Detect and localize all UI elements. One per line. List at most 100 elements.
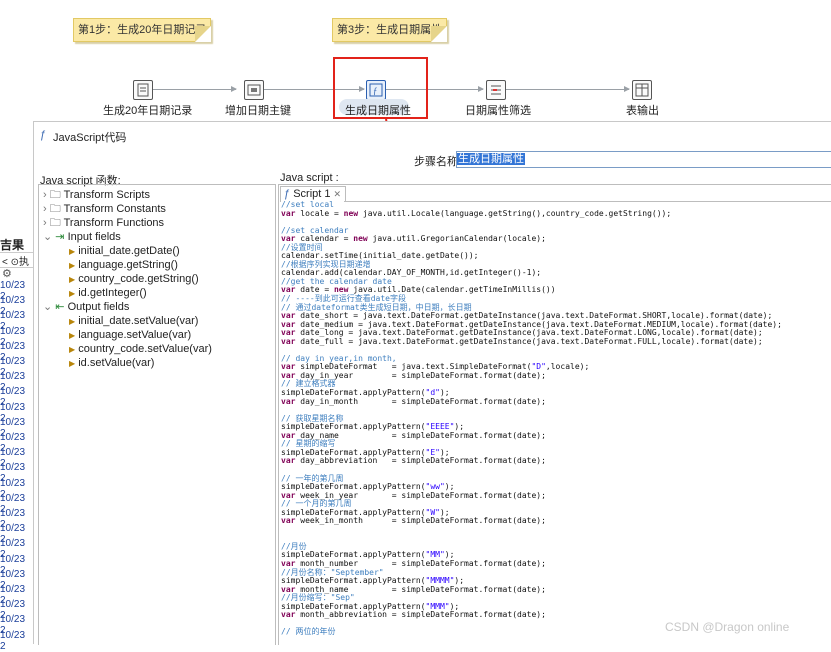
input-fields-icon: ⇥: [55, 231, 65, 243]
tree-item[interactable]: ▶ initial_date.setValue(var): [69, 314, 198, 328]
field-arrow-icon: ▶: [69, 331, 76, 340]
tree-item[interactable]: ▶ country_code.setValue(var): [69, 342, 212, 356]
output-fields-icon: ⇤: [55, 301, 65, 313]
results-tab[interactable]: < ⊙执: [2, 253, 29, 268]
code-line: var week_in_month = simpleDateFormat.for…: [281, 516, 546, 526]
tree-label: Output fields: [67, 301, 130, 313]
code-line: var day_in_month = simpleDateFormat.form…: [281, 396, 546, 406]
code-line: var day_name = simpleDateFormat.format(d…: [281, 430, 546, 440]
folder-icon: 🗀: [49, 217, 61, 229]
table-icon: [635, 83, 649, 97]
code-line: var day_in_year = simpleDateFormat.forma…: [281, 370, 546, 380]
tree-label: Transform Scripts: [63, 189, 150, 201]
filter-icon: [491, 85, 501, 95]
sequence-icon: [247, 84, 261, 96]
tree-input-fields[interactable]: ⌄ ⇥ Input fields: [43, 230, 121, 244]
tree-label: Transform Functions: [63, 217, 165, 229]
results-panel: 吉果 < ⊙执 ⚙ 10/23 2 10/23 2 10/23 2 10/23 2 10…: [0, 232, 33, 652]
step-name-label: 步骤名称: [414, 156, 458, 168]
results-row: 10/23 2: [0, 629, 26, 652]
tree-label: initial_date.setValue(var): [78, 315, 199, 327]
tree-label: id.setValue(var): [78, 357, 155, 369]
dialog-title-icon: ƒ: [40, 129, 47, 141]
field-arrow-icon: ▶: [69, 261, 76, 270]
code-line: var date_full = java.text.DateFormat.get…: [281, 336, 763, 346]
close-icon[interactable]: ✕: [334, 189, 342, 199]
field-arrow-icon: ▶: [69, 359, 76, 368]
hop-1[interactable]: [152, 86, 237, 92]
tab-label: Script 1: [293, 188, 331, 200]
tree-item[interactable]: ▶ country_code.getString(): [69, 272, 199, 286]
note-step3-text: 第3步：生成日期属性: [337, 24, 443, 36]
tree-transform-functions[interactable]: › 🗀 Transform Functions: [43, 216, 164, 230]
step-icon-filter[interactable]: [486, 80, 506, 100]
tree-label: country_code.getString(): [78, 273, 199, 285]
tree-item[interactable]: ▶ language.getString(): [69, 258, 178, 272]
tree-label: Transform Constants: [63, 203, 166, 215]
step-name-value: 生成日期属性: [457, 153, 525, 165]
note-step3[interactable]: 第3步：生成日期属性: [332, 18, 448, 42]
tree-output-fields[interactable]: ⌄ ⇤ Output fields: [43, 300, 129, 314]
hop-4[interactable]: [505, 86, 630, 92]
chevron-right-icon: ›: [43, 189, 47, 201]
script-editor[interactable]: //set local var locale = new java.util.Lo…: [281, 200, 782, 637]
step-label-table-output[interactable]: 表输出: [626, 102, 659, 118]
dialog-title: JavaScript代码: [53, 132, 127, 144]
step-label-filter[interactable]: 日期属性筛选: [465, 102, 531, 118]
settings-icon[interactable]: ⚙: [2, 267, 12, 280]
chevron-down-icon: ⌄: [43, 301, 53, 313]
tree-label: language.setValue(var): [78, 329, 192, 341]
code-line: var day_abbreviation = simpleDateFormat.…: [281, 456, 546, 466]
note-step1[interactable]: 第1步：生成20年日期记录: [73, 18, 212, 42]
tree-item[interactable]: ▶ id.getInteger(): [69, 286, 147, 300]
tree-label: country_code.setValue(var): [78, 343, 212, 355]
step-label-generate-rows[interactable]: 生成20年日期记录: [103, 102, 192, 118]
document-icon: [137, 83, 149, 97]
chevron-right-icon: ›: [43, 217, 47, 229]
step-icon-javascript[interactable]: ƒ: [366, 80, 386, 100]
field-arrow-icon: ▶: [69, 289, 76, 298]
svg-text:ƒ: ƒ: [373, 86, 378, 96]
results-tab-label: 执: [19, 257, 30, 268]
tree-label: id.getInteger(): [78, 287, 147, 299]
step-name-input[interactable]: 生成日期属性: [456, 151, 831, 168]
step-icon-table-output[interactable]: [632, 80, 652, 100]
functions-tree: › 🗀 Transform Scripts › 🗀 Transform Cons…: [38, 184, 276, 645]
field-arrow-icon: ▶: [69, 275, 76, 284]
folder-icon: 🗀: [49, 189, 61, 201]
watermark: CSDN @Dragon online: [665, 620, 790, 634]
folder-icon: 🗀: [49, 203, 61, 215]
tree-item[interactable]: ▶ language.setValue(var): [69, 328, 191, 342]
chevron-right-icon: ›: [43, 203, 47, 215]
code-line: var locale = new java.util.Locale(langua…: [281, 208, 672, 218]
step-icon-generate-rows[interactable]: [133, 80, 153, 100]
code-line: var week_in_year = simpleDateFormat.form…: [281, 490, 546, 500]
step-label-add-sequence[interactable]: 增加日期主键: [225, 102, 291, 118]
field-arrow-icon: ▶: [69, 345, 76, 354]
tree-label: Input fields: [67, 231, 121, 243]
chevron-down-icon: ⌄: [43, 231, 53, 243]
field-arrow-icon: ▶: [69, 247, 76, 256]
tree-transform-constants[interactable]: › 🗀 Transform Constants: [43, 202, 166, 216]
tree-item[interactable]: ▶ id.setValue(var): [69, 356, 154, 370]
field-arrow-icon: ▶: [69, 317, 76, 326]
note-step1-text: 第1步：生成20年日期记录: [78, 24, 207, 36]
script-label: Java script :: [280, 172, 339, 184]
step-icon-add-sequence[interactable]: [244, 80, 264, 100]
script-icon: ƒ: [369, 83, 383, 97]
tree-transform-scripts[interactable]: › 🗀 Transform Scripts: [43, 188, 150, 202]
code-line: var month_abbreviation = simpleDateForma…: [281, 610, 546, 620]
code-line: var calendar = new java.util.GregorianCa…: [281, 234, 546, 244]
code-line: var month_name = simpleDateFormat.format…: [281, 584, 546, 594]
tree-label: language.getString(): [78, 259, 178, 271]
tree-label: initial_date.getDate(): [78, 245, 180, 257]
script-icon: ƒ: [284, 188, 291, 200]
execute-icon: ⊙: [10, 257, 20, 268]
results-header: 吉果: [0, 238, 25, 252]
tree-item[interactable]: ▶ initial_date.getDate(): [69, 244, 180, 258]
